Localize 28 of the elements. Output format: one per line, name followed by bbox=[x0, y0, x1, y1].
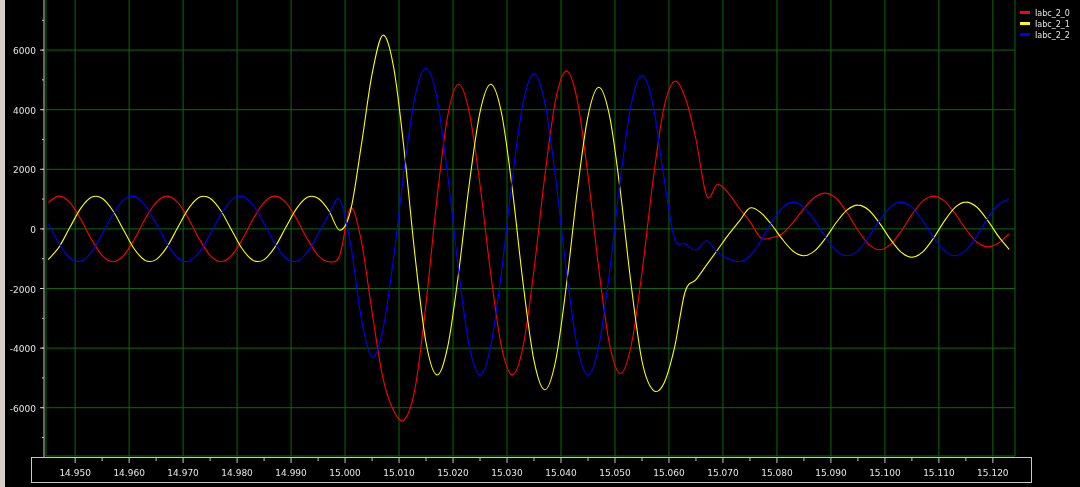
x-tick-label: 14.980 bbox=[221, 468, 253, 478]
y-tick-label: -4000 bbox=[9, 344, 36, 355]
x-tick-label: 15.000 bbox=[329, 468, 361, 478]
y-tick-label: 0 bbox=[30, 224, 36, 235]
y-tick-label: 6000 bbox=[13, 46, 36, 57]
x-tick-label: 15.020 bbox=[437, 468, 469, 478]
x-tick-label: 15.090 bbox=[815, 468, 847, 478]
x-tick-label: 15.070 bbox=[707, 468, 739, 478]
x-tick-label: 15.080 bbox=[761, 468, 793, 478]
x-tick-label: 15.110 bbox=[923, 468, 955, 478]
legend-label: Iabc_2_0 bbox=[1035, 9, 1070, 18]
x-tick-label: 15.060 bbox=[653, 468, 685, 478]
y-tick-label: -6000 bbox=[9, 403, 36, 414]
x-tick-label: 15.100 bbox=[869, 468, 901, 478]
y-tick-label: 4000 bbox=[13, 105, 36, 116]
x-tick-label: 15.010 bbox=[383, 468, 415, 478]
legend-label: Iabc_2_2 bbox=[1035, 31, 1070, 40]
x-tick-label: 14.970 bbox=[167, 468, 199, 478]
x-tick-label: 14.960 bbox=[113, 468, 145, 478]
x-tick-label: 15.030 bbox=[491, 468, 523, 478]
x-tick-label: 14.990 bbox=[275, 468, 307, 478]
legend-label: Iabc_2_1 bbox=[1035, 20, 1070, 29]
y-tick-label: -2000 bbox=[9, 284, 36, 295]
y-tick-label: 2000 bbox=[13, 165, 36, 176]
x-tick-label: 15.050 bbox=[599, 468, 631, 478]
x-tick-label: 15.120 bbox=[977, 468, 1009, 478]
x-tick-label: 14.950 bbox=[59, 468, 91, 478]
x-tick-label: 15.040 bbox=[545, 468, 577, 478]
